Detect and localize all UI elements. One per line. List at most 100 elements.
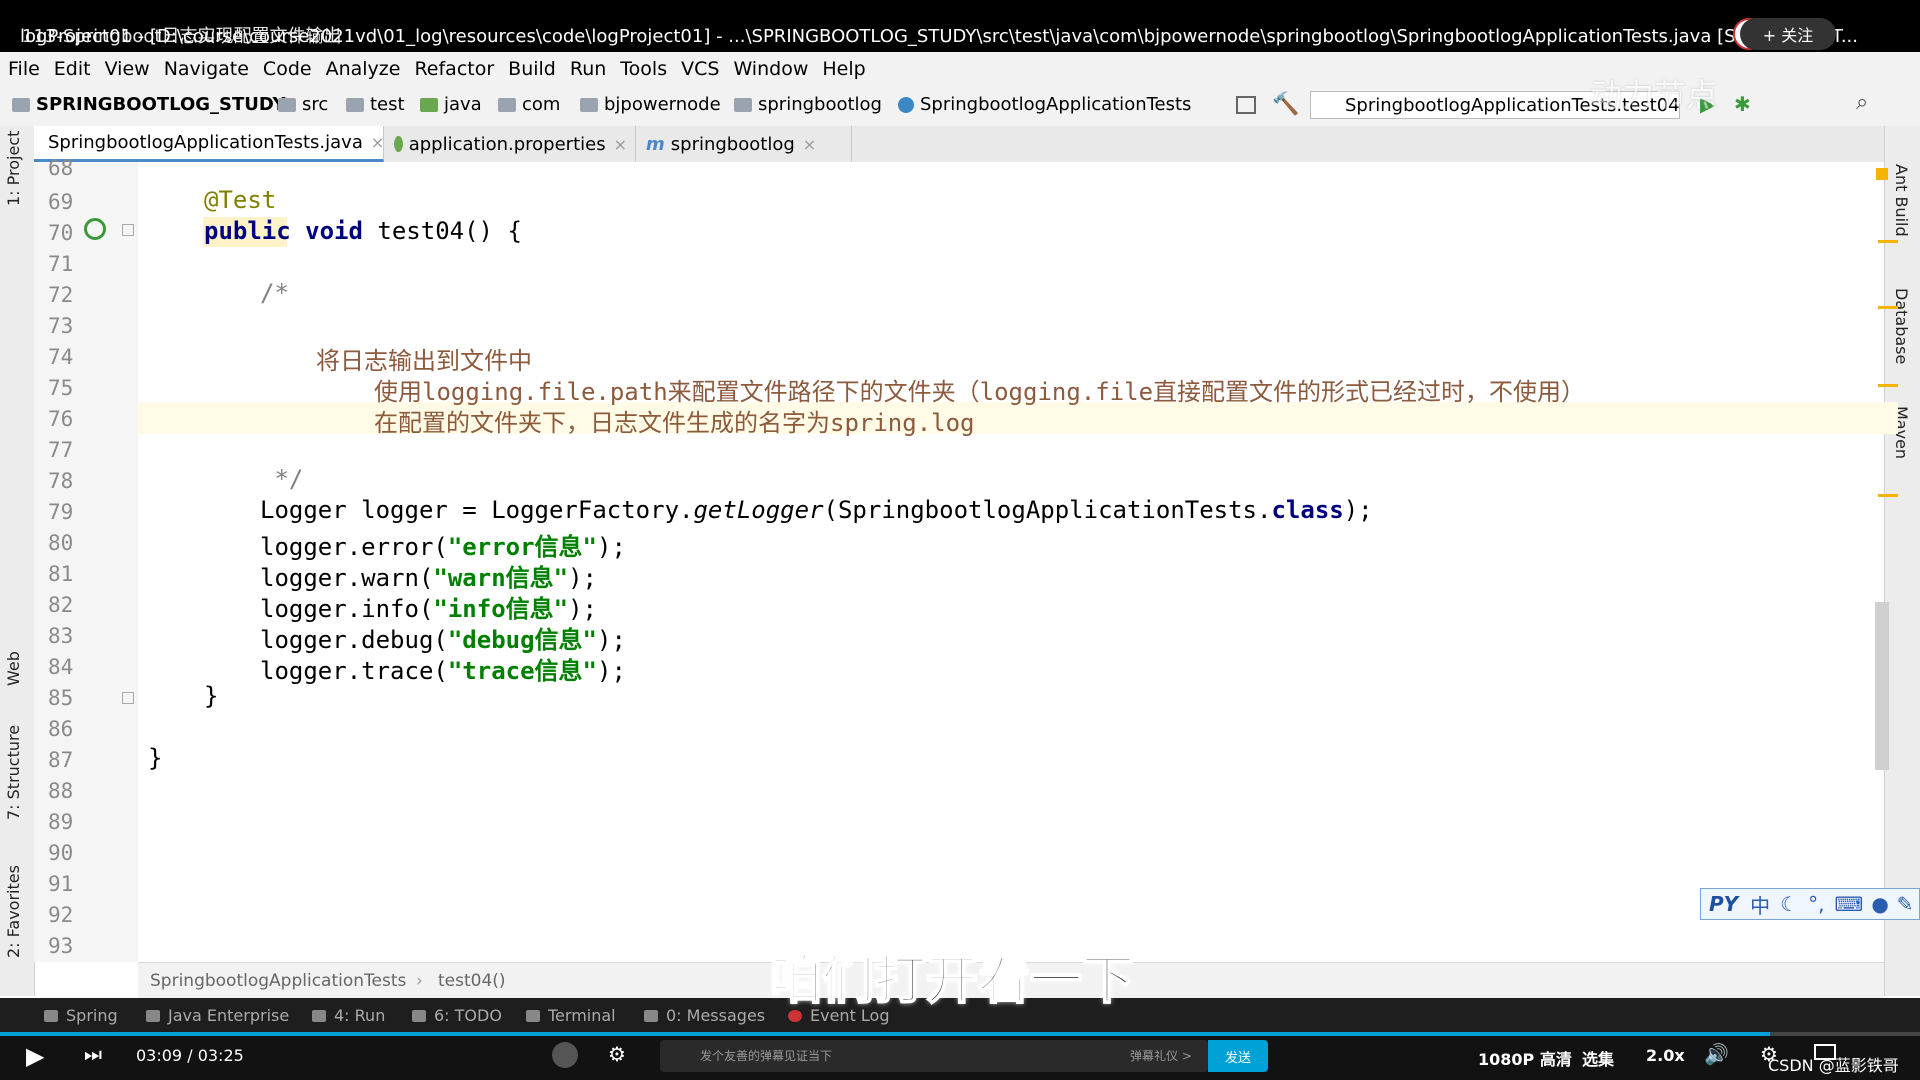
ime-toolbar[interactable]: PY 中 ☾ °, ⌨ ● ✎ xyxy=(1700,888,1920,920)
breadcrumb-project[interactable]: SPRINGBOOTLOG_STUDY xyxy=(12,94,286,115)
messages-icon xyxy=(644,1009,658,1022)
breadcrumb-label: springbootlog xyxy=(758,94,882,115)
build-hammer-icon[interactable]: 🔨 xyxy=(1272,92,1299,117)
play-icon[interactable]: ▶ xyxy=(26,1042,44,1070)
send-danmaku-button[interactable]: 发送 xyxy=(1208,1040,1268,1072)
breadcrumb-springbootlog[interactable]: springbootlog xyxy=(734,94,882,115)
ime-punctuation-icon[interactable]: °, xyxy=(1808,892,1824,916)
breadcrumb-src[interactable]: src xyxy=(278,94,328,115)
menu-run[interactable]: Run xyxy=(570,58,606,80)
tool-structure[interactable]: 7: Structure xyxy=(4,725,23,820)
tool-messages[interactable]: 0: Messages xyxy=(644,1006,765,1025)
breadcrumb-test[interactable]: test xyxy=(346,94,405,115)
menu-navigate[interactable]: Navigate xyxy=(164,58,249,80)
string-literal: "warn信息" xyxy=(433,564,569,592)
volume-icon[interactable]: 🔊 xyxy=(1704,1042,1729,1066)
playback-speed[interactable]: 2.0x xyxy=(1646,1046,1685,1065)
properties-file-icon xyxy=(394,136,403,152)
tool-ant-build[interactable]: Ant Build xyxy=(1892,164,1911,237)
code-editor[interactable]: @Test public void test04() { /* 将日志输出到文件… xyxy=(138,162,1898,962)
breadcrumb-java[interactable]: java xyxy=(420,94,482,115)
folder-icon xyxy=(278,97,296,112)
breadcrumb-bjpowernode[interactable]: bjpowernode xyxy=(580,94,721,115)
error-stripe-marker[interactable] xyxy=(1878,306,1898,309)
code-line-82: logger.info("info信息"); xyxy=(260,589,597,624)
line-number: 90 xyxy=(48,841,74,865)
tool-web[interactable]: Web xyxy=(4,651,23,686)
code-line-72: /* xyxy=(260,279,289,307)
comment-text: 使用 xyxy=(374,378,422,406)
maven-module-icon: m xyxy=(646,133,665,155)
breadcrumb-method[interactable]: test04() xyxy=(438,971,506,991)
menu-file[interactable]: File xyxy=(8,58,40,80)
project-structure-icon[interactable] xyxy=(1236,96,1256,114)
menu-tools[interactable]: Tools xyxy=(620,58,667,80)
left-tool-strip: 1: Project Web 7: Structure 2: Favorites xyxy=(0,126,35,996)
video-progress-bar[interactable] xyxy=(0,1032,1920,1036)
ime-logo-icon: PY xyxy=(1709,892,1739,916)
warning-indicator-icon[interactable] xyxy=(1876,168,1888,180)
tool-spring[interactable]: Spring xyxy=(44,1006,118,1025)
tool-terminal[interactable]: Terminal xyxy=(526,1006,616,1025)
code-text: ); xyxy=(597,657,626,685)
tool-label: 4: Run xyxy=(334,1006,386,1025)
ime-moon-icon[interactable]: ☾ xyxy=(1780,892,1798,916)
menu-build[interactable]: Build xyxy=(508,58,556,80)
run-test-icon[interactable] xyxy=(84,218,106,240)
error-stripe-marker[interactable] xyxy=(1878,240,1898,243)
tool-run[interactable]: 4: Run xyxy=(312,1006,385,1025)
code-text: logger.error( xyxy=(260,533,448,561)
ime-user-icon[interactable]: ● xyxy=(1871,892,1888,916)
next-icon[interactable]: ⏭ xyxy=(84,1042,102,1066)
code-text: ); xyxy=(568,564,597,592)
fold-icon[interactable] xyxy=(122,692,134,704)
close-icon[interactable]: × xyxy=(614,135,627,154)
line-number: 88 xyxy=(48,779,74,803)
debug-icon[interactable]: ✱ xyxy=(1734,92,1751,116)
danmaku-settings-icon[interactable]: ⚙ xyxy=(608,1042,626,1066)
quality-select[interactable]: 1080P 高清 xyxy=(1478,1046,1572,1070)
tool-favorites[interactable]: 2: Favorites xyxy=(4,865,23,958)
editor-scrollbar[interactable] xyxy=(1875,602,1889,770)
danmaku-toggle-icon[interactable] xyxy=(552,1042,578,1068)
error-stripe-marker[interactable] xyxy=(1878,384,1898,387)
tool-project[interactable]: 1: Project xyxy=(4,131,23,206)
danmaku-input[interactable]: 发个友善的弹幕见证当下 弹幕礼仪 > xyxy=(660,1040,1208,1072)
code-text: getLogger xyxy=(693,496,824,524)
tool-database[interactable]: Database xyxy=(1892,288,1911,364)
close-icon[interactable]: × xyxy=(371,133,384,152)
error-stripe-marker[interactable] xyxy=(1878,494,1898,497)
tab-application-properties[interactable]: application.properties × xyxy=(386,126,636,162)
breadcrumb-class[interactable]: SpringbootlogApplicationTests xyxy=(150,971,406,991)
menu-code[interactable]: Code xyxy=(263,58,312,80)
menu-refactor[interactable]: Refactor xyxy=(414,58,494,80)
menu-analyze[interactable]: Analyze xyxy=(326,58,401,80)
ime-tools-icon[interactable]: ✎ xyxy=(1897,892,1914,916)
episodes-button[interactable]: 选集 xyxy=(1582,1046,1614,1070)
tool-java-enterprise[interactable]: Java Enterprise xyxy=(146,1006,289,1025)
tool-label: Java Enterprise xyxy=(168,1006,290,1025)
code-text: Logger logger = LoggerFactory. xyxy=(260,496,694,524)
close-icon[interactable]: × xyxy=(803,135,816,154)
folder-icon xyxy=(346,97,364,112)
menu-help[interactable]: Help xyxy=(822,58,865,80)
breadcrumb-com[interactable]: com xyxy=(498,94,560,115)
danmaku-etiquette-link[interactable]: 弹幕礼仪 > xyxy=(1130,1040,1192,1072)
tab-springbootlog[interactable]: m springbootlog × xyxy=(638,126,852,162)
code-line-87: } xyxy=(148,744,163,772)
menu-edit[interactable]: Edit xyxy=(54,58,91,80)
breadcrumb-class[interactable]: SpringbootlogApplicationTests xyxy=(898,94,1191,115)
search-icon[interactable]: ⌕ xyxy=(1856,90,1868,115)
folder-icon xyxy=(734,97,752,112)
ime-language-label[interactable]: 中 xyxy=(1750,890,1770,919)
menu-window[interactable]: Window xyxy=(733,58,808,80)
tool-todo[interactable]: 6: TODO xyxy=(412,1006,502,1025)
menu-vcs[interactable]: VCS xyxy=(681,58,719,80)
tool-label: Spring xyxy=(66,1006,118,1025)
menu-view[interactable]: View xyxy=(105,58,150,80)
fold-icon[interactable] xyxy=(122,224,134,236)
follow-button[interactable]: + 关注 xyxy=(1740,18,1836,50)
line-number: 85 xyxy=(48,686,74,710)
ime-keyboard-icon[interactable]: ⌨ xyxy=(1834,892,1863,916)
line-number: 80 xyxy=(48,531,74,555)
